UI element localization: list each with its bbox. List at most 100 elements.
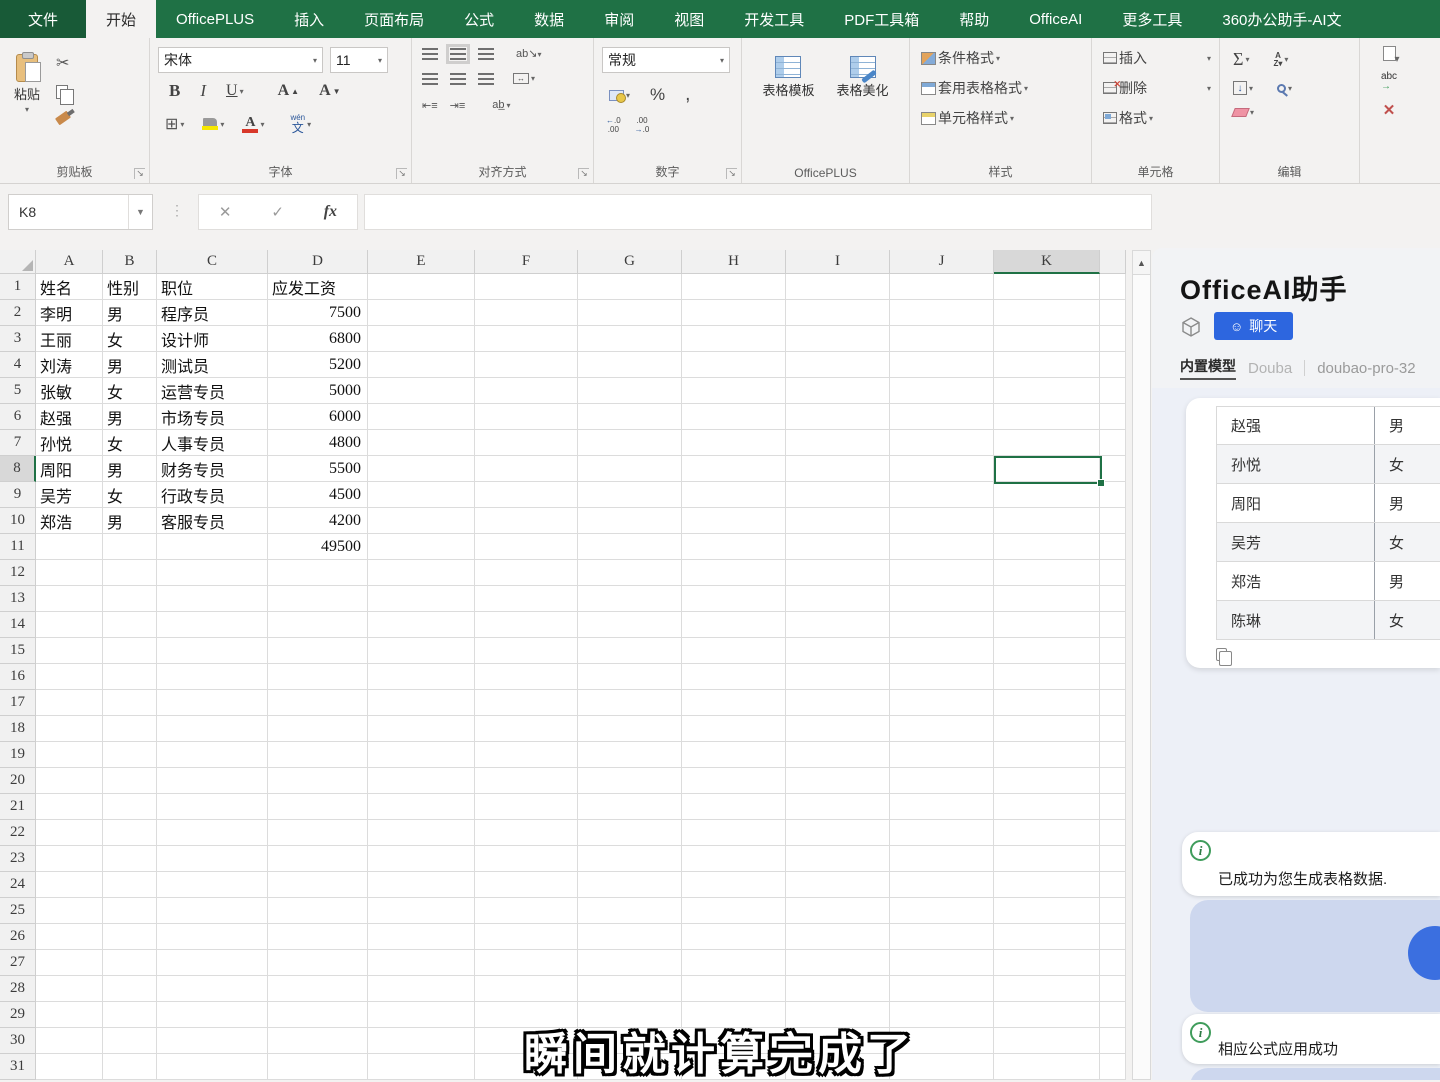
cell-E24[interactable]: [368, 872, 475, 898]
cell-I22[interactable]: [786, 820, 890, 846]
tab-帮助[interactable]: 帮助: [939, 0, 1009, 38]
cell-G10[interactable]: [578, 508, 682, 534]
cell-G5[interactable]: [578, 378, 682, 404]
cell-H15[interactable]: [682, 638, 786, 664]
cell-K11[interactable]: [994, 534, 1100, 560]
cell-J28[interactable]: [890, 976, 994, 1002]
cell-G22[interactable]: [578, 820, 682, 846]
cell-A4[interactable]: 刘涛: [36, 352, 103, 378]
cell-D3[interactable]: 6800: [268, 326, 368, 352]
cell-B28[interactable]: [103, 976, 157, 1002]
row-header-21[interactable]: 21: [0, 794, 36, 820]
cell-K4[interactable]: [994, 352, 1100, 378]
cell-I12[interactable]: [786, 560, 890, 586]
column-header-B[interactable]: B: [103, 250, 157, 274]
cell-D15[interactable]: [268, 638, 368, 664]
cell-K12[interactable]: [994, 560, 1100, 586]
cell-B22[interactable]: [103, 820, 157, 846]
cell-G18[interactable]: [578, 716, 682, 742]
cell-A22[interactable]: [36, 820, 103, 846]
cell-J10[interactable]: [890, 508, 994, 534]
cell-I15[interactable]: [786, 638, 890, 664]
cell-A14[interactable]: [36, 612, 103, 638]
cell-J19[interactable]: [890, 742, 994, 768]
cell-G12[interactable]: [578, 560, 682, 586]
cell-J21[interactable]: [890, 794, 994, 820]
cell-H4[interactable]: [682, 352, 786, 378]
cell-D25[interactable]: [268, 898, 368, 924]
cell-I6[interactable]: [786, 404, 890, 430]
cell-I4[interactable]: [786, 352, 890, 378]
cell-K20[interactable]: [994, 768, 1100, 794]
cell-G6[interactable]: [578, 404, 682, 430]
cell-D24[interactable]: [268, 872, 368, 898]
cell-partial[interactable]: [1100, 872, 1126, 898]
align-bottom-button[interactable]: [478, 48, 494, 60]
cell-K6[interactable]: [994, 404, 1100, 430]
cell-C24[interactable]: [157, 872, 268, 898]
cell-B7[interactable]: 女: [103, 430, 157, 456]
cell-J14[interactable]: [890, 612, 994, 638]
cell-C28[interactable]: [157, 976, 268, 1002]
tab-开始[interactable]: 开始: [86, 0, 156, 38]
cell-I5[interactable]: [786, 378, 890, 404]
cell-E18[interactable]: [368, 716, 475, 742]
cell-B2[interactable]: 男: [103, 300, 157, 326]
dialog-launcher-icon[interactable]: ↘: [578, 168, 589, 179]
cell-A15[interactable]: [36, 638, 103, 664]
cell-B18[interactable]: [103, 716, 157, 742]
wrap-text-button[interactable]: ab̲▾: [489, 97, 513, 113]
cube-icon[interactable]: [1180, 316, 1202, 343]
row-header-25[interactable]: 25: [0, 898, 36, 924]
cell-E21[interactable]: [368, 794, 475, 820]
column-header-C[interactable]: C: [157, 250, 268, 274]
cell-I10[interactable]: [786, 508, 890, 534]
cell-E27[interactable]: [368, 950, 475, 976]
cell-F28[interactable]: [475, 976, 578, 1002]
cell-F24[interactable]: [475, 872, 578, 898]
cell-C20[interactable]: [157, 768, 268, 794]
cell-C6[interactable]: 市场专员: [157, 404, 268, 430]
row-header-5[interactable]: 5: [0, 378, 36, 404]
cell-A12[interactable]: [36, 560, 103, 586]
cell-J27[interactable]: [890, 950, 994, 976]
cell-E2[interactable]: [368, 300, 475, 326]
cell-J9[interactable]: [890, 482, 994, 508]
autosum-button[interactable]: Σ▾: [1230, 47, 1253, 72]
cell-J22[interactable]: [890, 820, 994, 846]
cell-H6[interactable]: [682, 404, 786, 430]
phonetic-guide-button[interactable]: wén文 ▾: [287, 112, 314, 136]
cell-J25[interactable]: [890, 898, 994, 924]
cell-E25[interactable]: [368, 898, 475, 924]
chat-tab-button[interactable]: ☺ 聊天: [1214, 312, 1293, 340]
close-icon[interactable]: ✕: [1383, 101, 1396, 119]
cell-partial[interactable]: [1100, 820, 1126, 846]
cell-K23[interactable]: [994, 846, 1100, 872]
cell-partial[interactable]: [1100, 976, 1126, 1002]
cell-F23[interactable]: [475, 846, 578, 872]
cell-B25[interactable]: [103, 898, 157, 924]
cell-D23[interactable]: [268, 846, 368, 872]
cell-partial[interactable]: [1100, 326, 1126, 352]
cell-H28[interactable]: [682, 976, 786, 1002]
cell-F11[interactable]: [475, 534, 578, 560]
cell-J3[interactable]: [890, 326, 994, 352]
cell-K5[interactable]: [994, 378, 1100, 404]
cell-partial[interactable]: [1100, 924, 1126, 950]
cell-partial[interactable]: [1100, 378, 1126, 404]
cell-B21[interactable]: [103, 794, 157, 820]
tab-OfficeAI[interactable]: OfficeAI: [1009, 0, 1102, 38]
cell-H25[interactable]: [682, 898, 786, 924]
cell-E12[interactable]: [368, 560, 475, 586]
cell-A2[interactable]: 李明: [36, 300, 103, 326]
cell-D20[interactable]: [268, 768, 368, 794]
cell-partial[interactable]: [1100, 430, 1126, 456]
cell-partial[interactable]: [1100, 404, 1126, 430]
sort-filter-button[interactable]: AZ▾▾: [1271, 50, 1292, 70]
cell-A8[interactable]: 周阳: [36, 456, 103, 482]
cell-F14[interactable]: [475, 612, 578, 638]
cell-F1[interactable]: [475, 274, 578, 300]
cell-K14[interactable]: [994, 612, 1100, 638]
tab-文件[interactable]: 文件: [0, 0, 86, 38]
cell-E4[interactable]: [368, 352, 475, 378]
